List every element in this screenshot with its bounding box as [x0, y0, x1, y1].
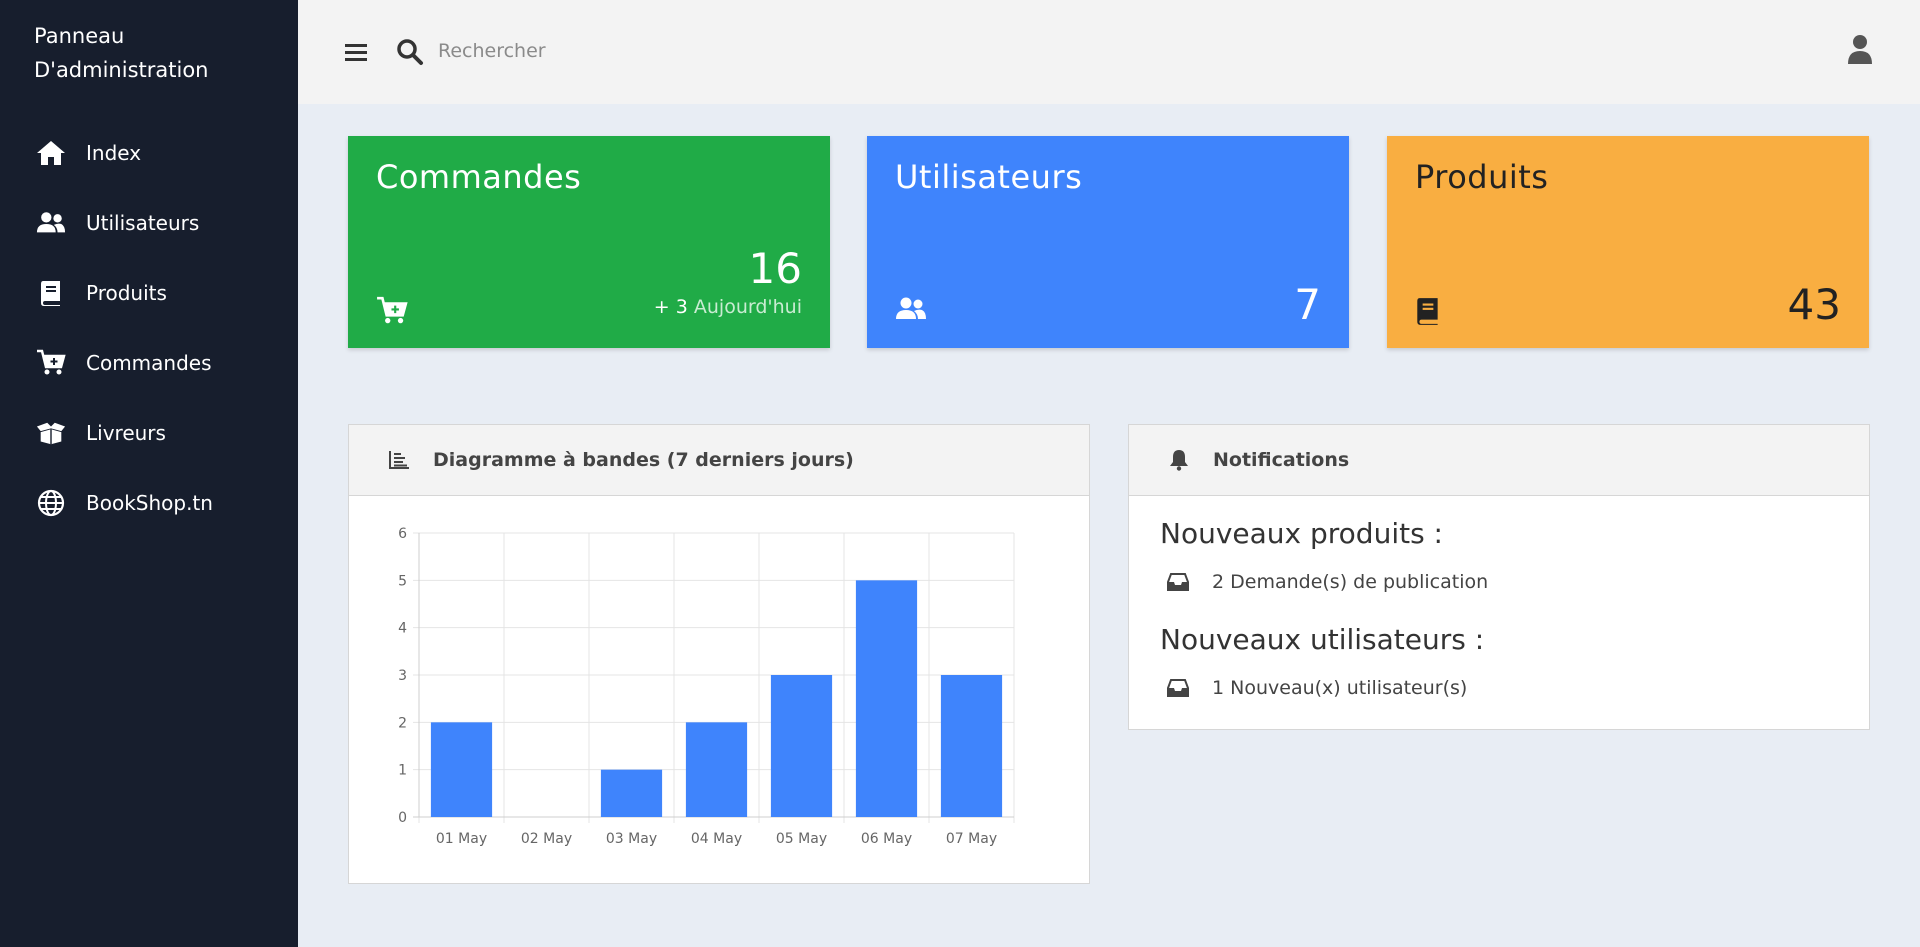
sidebar: Panneau D'administration Index Utilisate… — [0, 0, 298, 947]
users-icon — [36, 208, 66, 238]
notifications-body: Nouveaux produits : 2 Demande(s) de publ… — [1160, 497, 1840, 709]
sidebar-item-label: BookShop.tn — [86, 491, 213, 515]
brand-title: Panneau D'administration — [34, 19, 274, 87]
x-tick-label: 06 May — [861, 831, 912, 847]
sidebar-item-label: Commandes — [86, 351, 212, 375]
panel-title: Notifications — [1213, 449, 1350, 471]
inbox-icon — [1166, 570, 1190, 594]
brand-line-1: Panneau — [34, 24, 125, 48]
sidebar-item-label: Produits — [86, 281, 167, 305]
x-tick-label: 04 May — [691, 831, 742, 847]
card-title: Utilisateurs — [895, 158, 1083, 196]
search-icon[interactable] — [396, 38, 424, 66]
sidebar-item-label: Index — [86, 141, 142, 165]
y-tick-label: 2 — [398, 715, 407, 731]
panel-header: Notifications — [1129, 425, 1869, 496]
y-tick-label: 6 — [398, 526, 407, 542]
notification-item-new-users[interactable]: 1 Nouveau(x) utilisateur(s) — [1160, 667, 1840, 709]
chart-bar — [940, 675, 1003, 817]
card-value: 7 — [1294, 280, 1321, 329]
y-tick-label: 0 — [398, 810, 407, 826]
inbox-icon — [1166, 676, 1190, 700]
today-count: + 3 Aujourd'hui — [654, 296, 802, 318]
book-icon — [36, 278, 66, 308]
brand-line-2: D'administration — [34, 58, 209, 82]
home-icon — [36, 138, 66, 168]
sidebar-item-bookshop[interactable]: BookShop.tn — [0, 468, 298, 538]
bar-chart: 0 1 2 3 4 5 6 01 May 02 May 03 May 04 May 05 May 06 … — [398, 526, 1015, 847]
bell-icon — [1167, 448, 1191, 472]
notification-text: 1 Nouveau(x) utilisateur(s) — [1212, 677, 1468, 699]
card-title: Produits — [1415, 158, 1549, 196]
x-tick-label: 03 May — [606, 831, 657, 847]
bar-chart-panel: Diagramme à bandes (7 derniers jours) 01… — [348, 424, 1090, 884]
notification-item-publication[interactable]: 2 Demande(s) de publication — [1160, 561, 1840, 603]
user-account-icon[interactable] — [1846, 34, 1874, 66]
sidebar-item-users[interactable]: Utilisateurs — [0, 188, 298, 258]
products-stat-card[interactable]: Produits 43 — [1387, 136, 1869, 348]
x-tick-label: 07 May — [946, 831, 997, 847]
today-number: + 3 — [653, 296, 688, 318]
book-icon — [1415, 296, 1447, 328]
y-tick-label: 1 — [398, 763, 407, 779]
chart-bar — [600, 769, 663, 817]
sidebar-item-index[interactable]: Index — [0, 118, 298, 188]
sidebar-item-commandes[interactable]: Commandes — [0, 328, 298, 398]
hamburger-menu-icon[interactable] — [344, 40, 368, 64]
cart-plus-icon — [36, 348, 66, 378]
cart-plus-icon — [376, 296, 408, 328]
x-tick-label: 05 May — [776, 831, 827, 847]
users-icon — [895, 296, 927, 328]
chart-bar — [685, 722, 748, 817]
panel-title: Diagramme à bandes (7 derniers jours) — [433, 449, 854, 471]
orders-stat-card[interactable]: Commandes 16 + 3 Aujourd'hui — [348, 136, 830, 348]
search-input[interactable] — [438, 30, 1038, 72]
chart-bar — [855, 580, 918, 817]
chart-bar — [430, 722, 493, 817]
y-tick-label: 4 — [398, 621, 407, 637]
card-value: 43 — [1787, 280, 1841, 329]
x-tick-label: 02 May — [521, 831, 572, 847]
sidebar-item-produits[interactable]: Produits — [0, 258, 298, 328]
sidebar-item-label: Utilisateurs — [86, 211, 200, 235]
sidebar-nav: Index Utilisateurs Produits Commandes Li… — [0, 118, 298, 538]
y-tick-label: 3 — [398, 668, 407, 684]
top-bar — [298, 0, 1920, 104]
notifications-panel: Notifications Nouveaux produits : 2 Dema… — [1128, 424, 1870, 730]
chart-bar — [770, 675, 833, 817]
sidebar-item-label: Livreurs — [86, 421, 166, 445]
users-stat-card[interactable]: Utilisateurs 7 — [867, 136, 1349, 348]
x-tick-label: 01 May — [436, 831, 487, 847]
notification-text: 2 Demande(s) de publication — [1212, 571, 1489, 593]
new-products-heading: Nouveaux produits : — [1160, 517, 1443, 550]
panel-header: Diagramme à bandes (7 derniers jours) — [349, 425, 1089, 496]
box-open-icon — [36, 418, 66, 448]
globe-icon — [36, 488, 66, 518]
today-label: Aujourd'hui — [693, 296, 802, 318]
y-tick-label: 5 — [398, 573, 407, 589]
card-value: 16 — [748, 244, 802, 293]
card-title: Commandes — [376, 158, 582, 196]
new-users-heading: Nouveaux utilisateurs : — [1160, 623, 1485, 656]
bar-chart-icon — [387, 448, 411, 472]
sidebar-item-livreurs[interactable]: Livreurs — [0, 398, 298, 468]
